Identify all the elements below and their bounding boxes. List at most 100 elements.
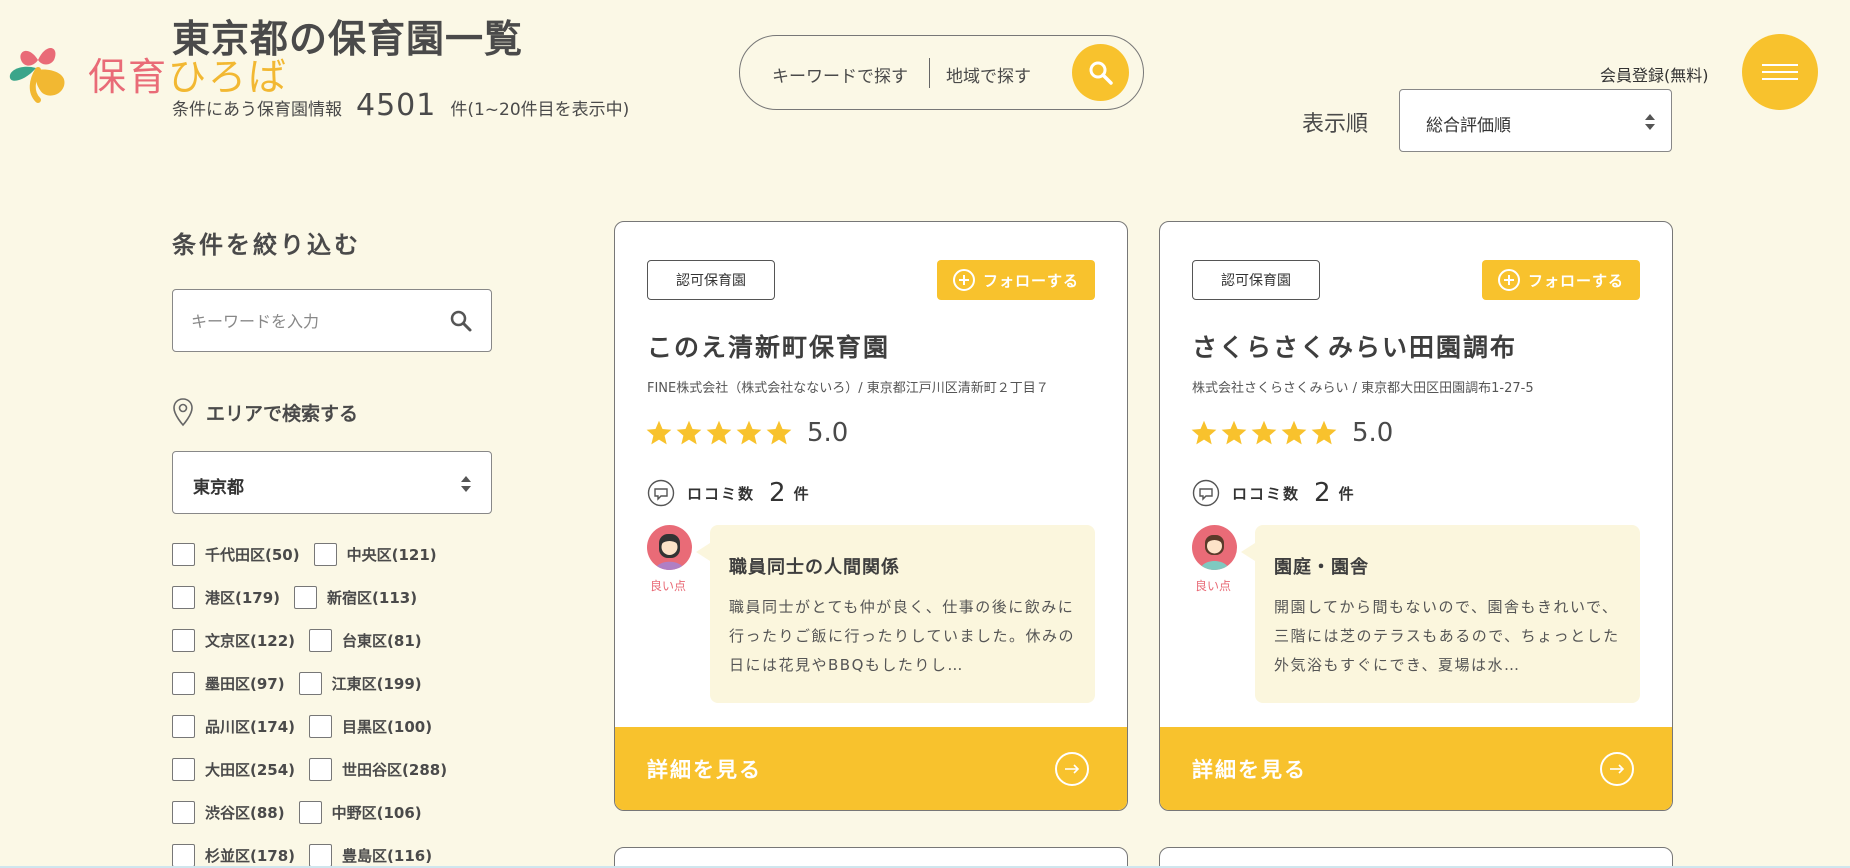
arrow-right-circle-icon	[1600, 752, 1634, 786]
good-point-label: 良い点	[1195, 579, 1232, 593]
comment-icon	[1192, 479, 1220, 507]
checkbox[interactable]	[172, 586, 195, 609]
star-icon	[1281, 420, 1307, 445]
checkbox[interactable]	[172, 715, 195, 738]
ward-checkbox[interactable]: 墨田区(97)	[172, 672, 285, 695]
star-icon	[1221, 420, 1247, 445]
checkbox[interactable]	[172, 758, 195, 781]
woman-avatar-icon	[1200, 535, 1229, 570]
nursery-name[interactable]: このえ清新町保育園	[647, 328, 890, 364]
ward-checkbox[interactable]: 千代田区(50)	[172, 543, 300, 566]
checkbox[interactable]	[309, 715, 333, 738]
ward-label: 世田谷区(288)	[342, 761, 448, 779]
ward-label: 文京区(122)	[205, 632, 296, 650]
keyword-filter-input[interactable]	[191, 308, 431, 334]
ward-checkbox[interactable]: 渋谷区(88)	[172, 801, 285, 824]
rating-stars: 5.0	[645, 418, 848, 448]
sort-select[interactable]: 総合評価順	[1399, 89, 1672, 152]
select-arrows-icon	[461, 476, 471, 492]
star-icon	[676, 420, 702, 445]
search-icon[interactable]	[449, 309, 473, 333]
review-title: 職員同士の人間関係	[729, 557, 900, 578]
detail-label: 詳細を見る	[1192, 758, 1307, 782]
star-icon	[736, 420, 762, 445]
checkbox[interactable]	[309, 758, 333, 781]
header-search-bar: キーワードで探す 地域で探す	[739, 35, 1144, 110]
result-suffix: 件(1~20件目を表示中)	[450, 100, 630, 120]
review-count-label: ロコミ数	[687, 484, 756, 503]
review-title: 園庭・園舎	[1274, 557, 1369, 578]
review-bubble: 園庭・園舎 開園してから間もないので、園舎もきれいで、三階には芝のテラスもあるの…	[1241, 525, 1640, 703]
star-icon	[1191, 420, 1217, 445]
review-count: ロコミ数 2 件	[647, 478, 809, 508]
checkbox[interactable]	[298, 672, 322, 695]
checkbox[interactable]	[172, 844, 195, 867]
ward-checkbox[interactable]: 目黒区(100)	[309, 715, 432, 738]
checkbox[interactable]	[309, 629, 333, 652]
sort-selected-value: 総合評価順	[1426, 116, 1511, 136]
nursery-card: 認可保育園 フォローする このえ清新町保育園 FINE株式会社（株式会社なないろ…	[614, 221, 1128, 811]
review-text: 職員同士がとても仲が良く、仕事の後に飲みに行ったりご飯に行ったりしていました。休…	[729, 598, 1076, 674]
select-arrows-icon	[1645, 114, 1655, 130]
review-count-label: ロコミ数	[1232, 484, 1301, 503]
ward-label: 中央区(121)	[346, 546, 437, 564]
ward-checkbox[interactable]: 新宿区(113)	[294, 586, 417, 609]
ward-checkbox-list: 千代田区(50) 中央区(121) 港区(179) 新宿区(113) 文京区(1…	[172, 543, 532, 868]
ward-checkbox[interactable]: 台東区(81)	[309, 629, 422, 652]
nursery-card-partial	[1159, 847, 1673, 868]
follow-button[interactable]: フォローする	[1482, 260, 1640, 300]
checkbox[interactable]	[313, 543, 337, 566]
detail-button[interactable]: 詳細を見る	[1160, 727, 1672, 810]
area-search-tab[interactable]: 地域で探す	[946, 62, 1031, 87]
ward-checkbox[interactable]: 世田谷区(288)	[309, 758, 447, 781]
prefecture-selected-value: 東京都	[193, 478, 244, 498]
area-search-heading: エリアで検索する	[172, 396, 358, 428]
ward-checkbox[interactable]: 中央区(121)	[313, 543, 437, 566]
follow-button[interactable]: フォローする	[937, 260, 1095, 300]
star-icon	[706, 420, 732, 445]
keyword-search-tab[interactable]: キーワードで探す	[772, 62, 908, 87]
ward-label: 墨田区(97)	[205, 675, 285, 693]
ward-checkbox[interactable]: 品川区(174)	[172, 715, 295, 738]
checkbox[interactable]	[172, 672, 195, 695]
license-tag: 認可保育園	[647, 260, 775, 300]
ward-checkbox[interactable]: 文京区(122)	[172, 629, 295, 652]
prefecture-select[interactable]: 東京都	[172, 451, 492, 514]
review-bubble: 職員同士の人間関係 職員同士がとても仲が良く、仕事の後に飲みに行ったりご飯に行っ…	[696, 525, 1095, 703]
plus-circle-icon	[952, 269, 975, 291]
checkbox[interactable]	[172, 629, 195, 652]
woman-avatar-icon	[655, 534, 684, 570]
rating-score: 5.0	[807, 418, 849, 448]
arrow-right-circle-icon	[1055, 752, 1089, 786]
result-prefix: 条件にあう保育園情報	[172, 100, 342, 120]
star-icon	[1251, 420, 1277, 445]
checkbox[interactable]	[309, 844, 333, 867]
reviewer-avatar	[647, 525, 692, 570]
hamburger-icon-line	[1762, 71, 1798, 73]
checkbox[interactable]	[172, 543, 195, 566]
follow-label: フォローする	[1527, 271, 1624, 290]
hamburger-menu-button[interactable]	[1742, 34, 1818, 110]
checkbox[interactable]	[294, 586, 318, 609]
checkbox[interactable]	[172, 801, 195, 824]
ward-checkbox[interactable]: 豊島区(116)	[309, 844, 432, 867]
ward-label: 豊島区(116)	[342, 847, 433, 865]
member-register-link[interactable]: 会員登録(無料)	[1600, 62, 1709, 86]
search-button[interactable]	[1072, 44, 1129, 101]
star-icon	[1311, 420, 1337, 445]
search-icon	[1089, 61, 1113, 85]
detail-button[interactable]: 詳細を見る	[615, 727, 1127, 810]
ward-checkbox[interactable]: 港区(179)	[172, 586, 280, 609]
ward-label: 台東区(81)	[342, 632, 422, 650]
ward-checkbox[interactable]: 中野区(106)	[298, 801, 422, 824]
rating-stars: 5.0	[1190, 418, 1393, 448]
ward-label: 港区(179)	[205, 589, 281, 607]
ward-label: 目黒区(100)	[342, 718, 433, 736]
ward-label: 杉並区(178)	[205, 847, 296, 865]
ward-checkbox[interactable]: 杉並区(178)	[172, 844, 295, 867]
ward-checkbox[interactable]: 江東区(199)	[298, 672, 422, 695]
checkbox[interactable]	[298, 801, 322, 824]
star-icon	[766, 420, 792, 445]
ward-checkbox[interactable]: 大田区(254)	[172, 758, 295, 781]
nursery-name[interactable]: さくらさくみらい田園調布	[1192, 328, 1517, 364]
